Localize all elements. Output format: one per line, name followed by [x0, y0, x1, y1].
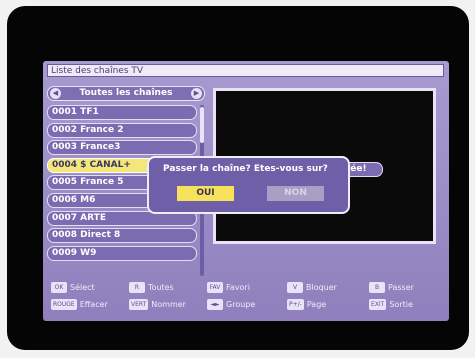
key-hint-label: Toutes: [148, 283, 174, 292]
chevron-right-icon[interactable]: ▶: [191, 88, 202, 99]
key-hint-label: Bloquer: [306, 283, 337, 292]
left-right-key-icon: ◄►: [207, 299, 223, 310]
window-title: Liste des chaînes TV: [47, 64, 444, 77]
red-key-icon: R: [129, 282, 145, 293]
key-hint-label: Effacer: [79, 300, 108, 309]
scrollbar-thumb[interactable]: [200, 107, 204, 143]
chevron-left-icon[interactable]: ◀: [50, 88, 61, 99]
key-hint-page: P+/- Page: [287, 299, 326, 311]
green-key-icon: VERT: [129, 299, 149, 310]
page-key-icon: P+/-: [287, 299, 304, 310]
key-hint-label: Groupe: [226, 300, 256, 309]
channel-item[interactable]: 0009 W9: [47, 245, 197, 261]
channel-list-screen: Liste des chaînes TV ◀ Toutes les chaîne…: [43, 61, 449, 321]
key-hint-all: R Toutes: [129, 282, 174, 294]
key-hint-rename: VERT Nommer: [129, 299, 186, 311]
key-hint-label: Page: [306, 300, 327, 309]
channel-item[interactable]: 0002 France 2: [47, 122, 197, 138]
key-hint-lock: V Bloquer: [287, 282, 337, 294]
key-legend: OK Sélect R Toutes FAV Favori V Bloquer B Pas…: [47, 281, 445, 317]
no-button[interactable]: NON: [267, 186, 324, 201]
red-key-icon: ROUGE: [51, 299, 77, 310]
skip-channel-dialog: Passer la chaîne? Etes-vous sur? OUI NON: [147, 156, 350, 214]
ok-key-icon: OK: [51, 282, 67, 293]
key-hint-group: ◄► Groupe: [207, 299, 255, 311]
key-hint-favorite: FAV Favori: [207, 282, 250, 294]
key-hint-select: OK Sélect: [51, 282, 95, 294]
channel-item[interactable]: 0001 TF1: [47, 105, 197, 120]
key-hint-delete: ROUGE Effacer: [51, 299, 108, 311]
exit-key-icon: EXIT: [369, 299, 387, 310]
channel-item[interactable]: 0008 Direct 8: [47, 228, 197, 244]
key-hint-label: Sortie: [389, 300, 413, 309]
yes-button[interactable]: OUI: [177, 186, 234, 201]
key-hint-exit: EXIT Sortie: [369, 299, 413, 311]
group-selector[interactable]: ◀ Toutes les chaînes ▶: [47, 86, 205, 101]
blue-key-icon: B: [369, 282, 385, 293]
green-key-icon: V: [287, 282, 303, 293]
key-hint-label: Favori: [226, 283, 250, 292]
key-hint-label: Passer: [388, 283, 414, 292]
tv-bezel: Liste des chaînes TV ◀ Toutes les chaîne…: [7, 6, 469, 350]
key-hint-label: Sélect: [70, 283, 95, 292]
group-selector-label: Toutes les chaînes: [79, 88, 173, 98]
dialog-message: Passer la chaîne? Etes-vous sur?: [163, 164, 328, 174]
key-hint-label: Nommer: [151, 300, 186, 309]
fav-key-icon: FAV: [207, 282, 223, 293]
channel-item[interactable]: 0003 France3: [47, 140, 197, 156]
key-hint-skip: B Passer: [369, 282, 414, 294]
